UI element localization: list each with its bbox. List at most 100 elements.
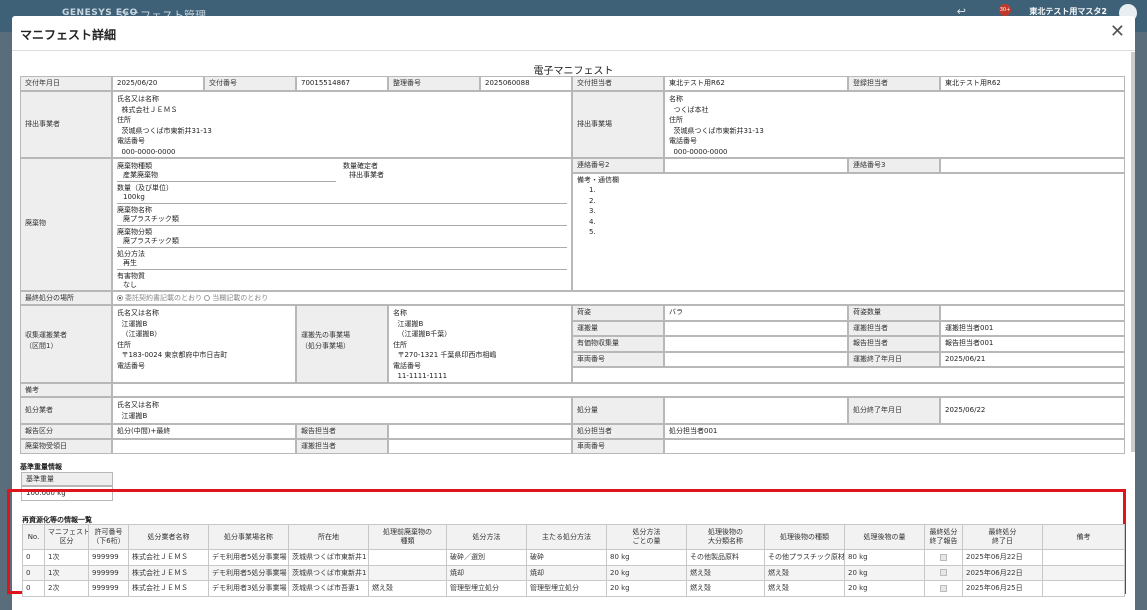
table-cell: 0 <box>22 549 45 566</box>
label-ref-number: 整理番号 <box>388 76 480 91</box>
label-report-rep: 報告担当者 <box>296 424 388 439</box>
table-cell: 焼却 <box>526 564 607 581</box>
label-issue-date: 交付年月日 <box>20 76 112 91</box>
waste-field: 廃棄物分類 廃プラスチック類 <box>117 227 567 248</box>
value-transporter: 氏名又は名称 江運搬B （江運搬B） 住所 〒183-0024 東京都府中市日吉… <box>112 305 296 383</box>
value-discharger: 氏名又は名称 株式会社ＪＥＭＳ 住所 茨城県つくば市東新井31-13 電話番号 … <box>112 91 572 158</box>
waste-field-value: 産業廃棄物 <box>123 171 158 179</box>
table-cell <box>1042 580 1125 597</box>
table-cell: 2025年06月22日 <box>962 564 1043 581</box>
value-ref-number: 2025060088 <box>480 76 572 91</box>
table-cell: 999999 <box>88 549 129 566</box>
label-final-disposal: 最終処分の場所 <box>20 291 112 305</box>
column-header: マニフェスト 区分 <box>44 524 89 550</box>
checkbox-icon[interactable] <box>940 569 947 577</box>
label-vehicle: 車両番号 <box>572 439 664 454</box>
label-waste: 廃棄物 <box>20 158 112 291</box>
table-cell: デモ利用者5処分事業場 <box>208 549 289 566</box>
label-processor: 処分業者 <box>20 397 112 424</box>
transport-label: 報告担当者 <box>848 336 940 352</box>
transport-value: 報告担当者001 <box>940 336 1125 352</box>
label-transport-rep: 運搬担当者 <box>296 439 388 454</box>
label-report-type: 報告区分 <box>20 424 112 439</box>
table-cell: 破砕／選別 <box>446 549 527 566</box>
label-registrar: 登録担当者 <box>848 76 940 91</box>
transport-value: 運搬担当者001 <box>940 320 1125 336</box>
table-cell: 燃え殻 <box>686 564 765 581</box>
transport-label: 車両番号 <box>572 351 664 367</box>
table-row: 0 1次 999999 株式会社ＪＥＭＳ デモ利用者5処分事業場 茨城県つくば市東新井1 破… <box>22 549 1125 566</box>
final-report-checkbox <box>924 549 963 566</box>
table-cell: 80 kg <box>844 549 925 566</box>
transport-label: 運搬担当者 <box>848 320 940 336</box>
value-transport-rep <box>388 439 572 454</box>
checkbox-icon[interactable] <box>940 553 947 561</box>
table-cell <box>1042 549 1125 566</box>
label-process-amount: 処分量 <box>572 397 664 424</box>
remarks-label: 備考・通信欄 <box>577 176 619 184</box>
value-report-rep <box>388 424 572 439</box>
transport-spacer <box>572 367 1125 383</box>
label-base-weight: 基準重量 <box>21 472 113 486</box>
checkbox-icon[interactable] <box>940 584 947 592</box>
label-transporter: 収集運搬業者 （区間1） <box>20 305 112 383</box>
scrollbar[interactable] <box>1131 52 1135 452</box>
value-vehicle <box>664 439 1125 454</box>
column-header: 許可番号 （下6桁） <box>88 524 129 550</box>
radio-contract[interactable] <box>117 295 123 301</box>
transport-value <box>664 336 848 352</box>
table-cell: 1次 <box>44 549 89 566</box>
table-cell <box>368 549 447 566</box>
dialog-header: マニフェスト詳細 ✕ <box>12 16 1135 51</box>
value-note <box>112 383 1125 397</box>
value-processor: 氏名又は名称 江運搬B <box>112 397 572 424</box>
waste-field-value: なし <box>123 281 137 289</box>
value-issue-date: 2025/06/20 <box>112 76 204 91</box>
confirmer-label: 数量確定者 <box>343 162 378 170</box>
waste-field: 数量（及び単位） 100kg <box>117 183 567 204</box>
waste-field-value: 廃プラスチック類 <box>123 237 179 245</box>
table-cell: 茨城県つくば市東新井1 <box>288 549 369 566</box>
transport-value: 2025/06/21 <box>940 351 1125 367</box>
column-header: 処分方法 <box>446 524 527 550</box>
table-row: 0 2次 999999 株式会社ＪＥＭＳ デモ利用者3処分事業場 茨城県つくば市吾妻1 燃え… <box>22 580 1125 597</box>
value-contact-2 <box>664 158 848 173</box>
value-destination: 名称 江運搬B （江運搬B千葉） 住所 〒270-1321 千葉県印西市相嶋 電… <box>388 305 572 383</box>
radio-this-field[interactable] <box>204 295 211 301</box>
manifest-title: 電子マニフェスト <box>533 66 614 77</box>
label-received-date: 廃棄物受領日 <box>20 439 112 454</box>
table-cell: 20 kg <box>844 564 925 581</box>
value-discharge-site: 名称 つくば本社 住所 茨城県つくば市東新井31-13 電話番号 000-000… <box>664 91 1125 158</box>
table-cell: 茨城県つくば市東新井1 <box>288 564 369 581</box>
table-row: 0 1次 999999 株式会社ＪＥＭＳ デモ利用者5処分事業場 茨城県つくば市東新井1 焼… <box>22 564 1125 581</box>
transport-value <box>940 305 1125 321</box>
final-report-checkbox <box>924 564 963 581</box>
table-cell: 株式会社ＪＥＭＳ <box>128 564 209 581</box>
notification-badge[interactable]: 30+ <box>999 4 1011 16</box>
column-header: 備考 <box>1042 524 1125 550</box>
waste-field-value: 再生 <box>123 259 137 267</box>
table-cell: 999999 <box>88 580 129 597</box>
final-disposal-options: 委託契約書記載のとおり 当欄記載のとおり <box>112 291 1125 305</box>
confirmer-value: 排出事業者 <box>349 171 384 179</box>
table-cell: 20 kg <box>606 564 687 581</box>
transport-value <box>664 351 848 367</box>
value-issuer: 東北テスト用R62 <box>664 76 848 91</box>
table-cell: 株式会社ＪＥＭＳ <box>128 549 209 566</box>
transport-label: 運搬終了年月日 <box>848 351 940 367</box>
waste-field-label: 廃棄物分類 <box>117 228 152 236</box>
column-header: 処理前廃棄物の 種類 <box>368 524 447 550</box>
table-cell: 999999 <box>88 564 129 581</box>
table-cell: 20 kg <box>606 580 687 597</box>
waste-box: 廃棄物種類 産業廃棄物 数量（及び単位） 100kg 廃棄物名称 廃プラスチック類 廃棄物分… <box>112 158 572 291</box>
table-cell: 破砕 <box>526 549 607 566</box>
value-process-end: 2025/06/22 <box>940 397 1125 424</box>
table-cell: 株式会社ＪＥＭＳ <box>128 580 209 597</box>
table-cell: 燃え殻 <box>368 580 447 597</box>
waste-field-label: 数量（及び単位） <box>117 184 173 192</box>
waste-field-value: 100kg <box>123 193 145 201</box>
transport-label: 有価物収集量 <box>572 336 664 352</box>
close-icon[interactable]: ✕ <box>1110 21 1125 42</box>
transport-value <box>664 320 848 336</box>
label-contact-2: 連絡番号2 <box>572 158 664 173</box>
